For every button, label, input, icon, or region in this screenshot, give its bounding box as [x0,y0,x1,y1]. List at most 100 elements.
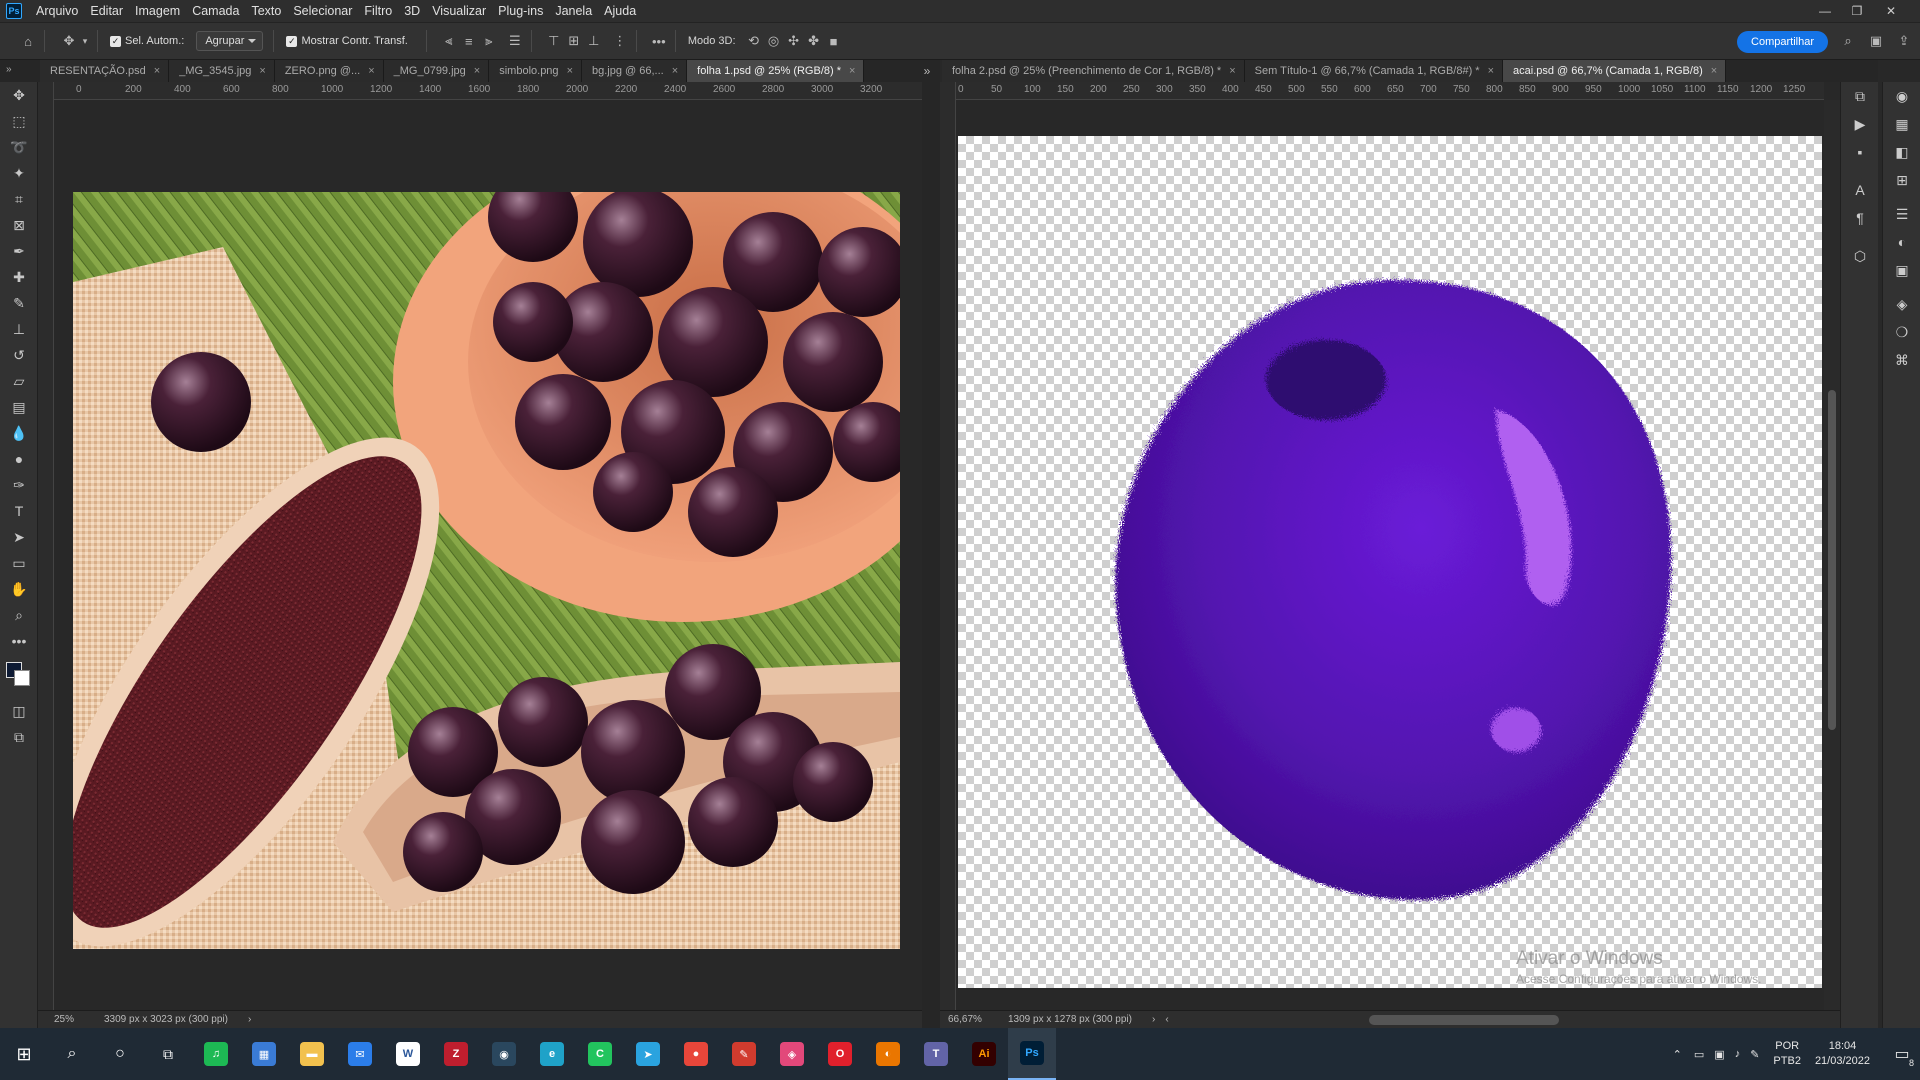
paragraph-panel-icon[interactable]: ¶ [1841,204,1879,232]
edge-icon[interactable]: e [528,1028,576,1080]
menu-janela[interactable]: Janela [549,0,598,22]
word-icon[interactable]: W [384,1028,432,1080]
distribute-icon[interactable]: ☰ [505,31,525,51]
mail-icon[interactable]: ✉ [336,1028,384,1080]
more-options-icon[interactable]: ••• [649,31,669,51]
move-tool-icon[interactable]: ✥ [59,31,79,51]
steam-icon[interactable]: ◉ [480,1028,528,1080]
menu-ajuda[interactable]: Ajuda [598,0,642,22]
brush-tool-icon[interactable]: ✎ [0,290,38,316]
show-transform-checkbox[interactable]: ✓ Mostrar Contr. Transf. [286,35,408,47]
language-indicator[interactable]: POR PTB2 [1773,1039,1801,1069]
camera-3d-icon[interactable]: ■ [824,31,844,51]
network-icon[interactable]: ▣ [1714,1048,1724,1061]
blur-tool-icon[interactable]: 💧 [0,420,38,446]
character-panel-icon[interactable]: A [1841,176,1879,204]
align-right-icon[interactable]: ⫸ [479,31,499,51]
folder-icon[interactable]: ▬ [288,1028,336,1080]
roll-3d-icon[interactable]: ◎ [764,31,784,51]
history-brush-icon[interactable]: ↺ [0,342,38,368]
left-zoom-level[interactable]: 25% [54,1014,104,1025]
marquee-tool-icon[interactable]: ⬚ [0,108,38,134]
tab-close-icon[interactable]: × [1711,65,1717,77]
more-tools-icon[interactable]: ••• [0,628,38,654]
tab-close-icon[interactable]: × [1488,65,1494,77]
opera-icon[interactable]: O [816,1028,864,1080]
pen-tool-icon[interactable]: ✑ [0,472,38,498]
orbit-3d-icon[interactable]: ⟲ [744,31,764,51]
share-button[interactable]: Compartilhar [1737,31,1828,53]
tab-apresentacao[interactable]: RESENTAÇÃO.psd × [40,60,170,82]
tab-mg-3545[interactable]: _MG_3545.jpg × [169,60,275,82]
dodge-tool-icon[interactable]: ● [0,446,38,472]
clock[interactable]: 18:04 21/03/2022 [1815,1039,1870,1069]
double-chevron-right-icon[interactable]: » [914,60,940,82]
3d-panel-icon[interactable]: ⬡ [1841,242,1879,270]
teams-icon[interactable]: T [912,1028,960,1080]
menu-editar[interactable]: Editar [84,0,129,22]
tab-close-icon[interactable]: × [1229,65,1235,77]
pen-icon[interactable]: ✎ [1750,1048,1759,1061]
store-icon[interactable]: ▦ [240,1028,288,1080]
chevron-right-icon[interactable]: › [1152,1014,1155,1025]
properties-panel-icon[interactable]: ☰ [1883,200,1920,228]
illustrator-icon[interactable]: Ai [960,1028,1008,1080]
photoshop-icon[interactable]: Ps [1008,1028,1056,1080]
meet-now-icon[interactable]: ▭ [1694,1048,1704,1061]
clone-stamp-icon[interactable]: ⊥ [0,316,38,342]
home-icon[interactable]: ⌂ [18,31,38,51]
close-icon[interactable]: ✕ [1876,0,1906,22]
right-zoom-level[interactable]: 66,67% [948,1014,1008,1025]
tab-close-icon[interactable]: × [849,65,855,77]
menu-imagem[interactable]: Imagem [129,0,186,22]
auto-select-checkbox[interactable]: ✓ Sel. Autom.: [110,35,184,47]
gradient-tool-icon[interactable]: ▤ [0,394,38,420]
vertical-scrollbar[interactable] [1824,100,1840,1010]
menu-arquivo[interactable]: Arquivo [30,0,84,22]
align-bottom-icon[interactable]: ⊥ [584,31,604,51]
slide-3d-icon[interactable]: ✤ [804,31,824,51]
filezilla-icon[interactable]: Z [432,1028,480,1080]
blender-icon[interactable]: ◐ [864,1028,912,1080]
distribute-v-icon[interactable]: ⋮ [610,31,630,51]
hand-tool-icon[interactable]: ✋ [0,576,38,602]
gradients-panel-icon[interactable]: ◧ [1883,138,1920,166]
rectangle-tool-icon[interactable]: ▭ [0,550,38,576]
horizontal-scrollbar-thumb[interactable] [1368,1014,1559,1025]
chevron-right-icon[interactable]: › [248,1014,251,1025]
tab-close-icon[interactable]: × [154,65,160,77]
lasso-tool-icon[interactable]: ➰ [0,134,38,160]
history-panel-icon[interactable]: ⧉ [1841,82,1879,110]
windows-start-icon[interactable]: ⊞ [0,1028,48,1080]
screen-mode-icon[interactable]: ⧉ [0,724,38,750]
vertical-scrollbar-thumb[interactable] [1828,390,1836,730]
path-selection-icon[interactable]: ➤ [0,524,38,550]
zoom-tool-icon[interactable]: ⌕ [0,602,38,628]
align-center-h-icon[interactable]: ≡ [459,31,479,51]
libraries-panel-icon[interactable]: ▣ [1883,256,1920,284]
quick-mask-icon[interactable]: ◫ [0,698,38,724]
task-view-icon[interactable]: ⧉ [144,1028,192,1080]
tab-bg[interactable]: bg.jpg @ 66,... × [582,60,688,82]
workspace-icon[interactable]: ▣ [1866,31,1886,51]
spotify-icon[interactable]: ♫ [192,1028,240,1080]
actions-play-icon[interactable]: ▶ [1841,110,1879,138]
menu-3d[interactable]: 3D [398,0,426,22]
healing-brush-icon[interactable]: ✚ [0,264,38,290]
photos-icon[interactable]: ◈ [768,1028,816,1080]
tab-mg-0799[interactable]: _MG_0799.jpg × [383,60,490,82]
tab-zero[interactable]: ZERO.png @... × [274,60,384,82]
crop-tool-icon[interactable]: ⌗ [0,186,38,212]
tab-folha-1[interactable]: folha 1.psd @ 25% (RGB/8) * × [687,60,865,82]
tab-simbolo[interactable]: simbolo.png × [489,60,582,82]
chevron-down-icon[interactable]: ▾ [79,31,91,51]
search-icon[interactable]: ⌕ [48,1028,96,1080]
eraser-icon[interactable]: ▱ [0,368,38,394]
collapse-panel-icon[interactable]: » [0,60,40,82]
paths-panel-icon[interactable]: ⌘ [1883,346,1920,374]
cart-icon[interactable]: C [576,1028,624,1080]
background-color-swatch[interactable] [14,670,30,686]
menu-filtro[interactable]: Filtro [358,0,398,22]
align-left-icon[interactable]: ⫷ [439,31,459,51]
frame-tool-icon[interactable]: ⊠ [0,212,38,238]
